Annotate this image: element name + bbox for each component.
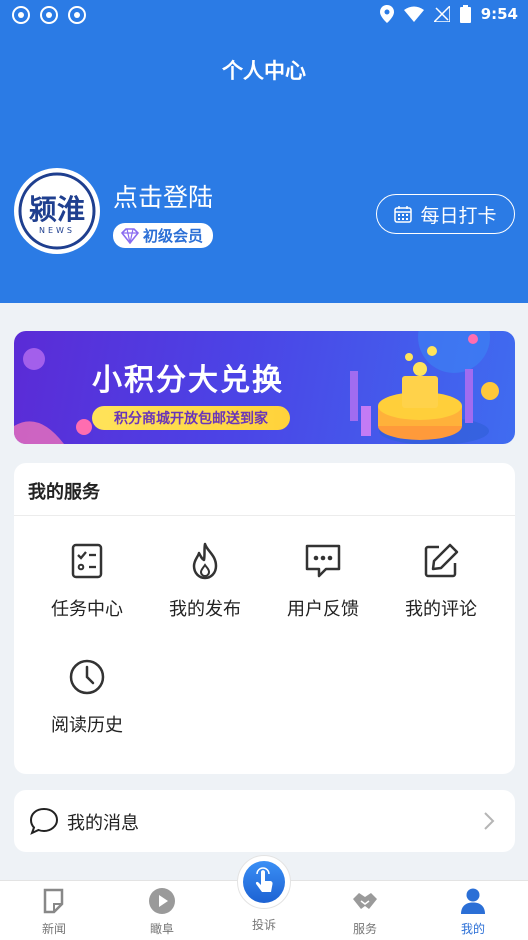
tab-mine[interactable]: 我的	[429, 887, 517, 937]
edit-icon	[424, 543, 459, 578]
service-my-posts[interactable]: 我的发布	[146, 541, 264, 621]
news-icon	[43, 888, 64, 914]
handshake-icon	[353, 893, 377, 909]
divider	[14, 515, 515, 516]
tab-services[interactable]: 服务	[321, 887, 409, 937]
service-label: 用户反馈	[287, 599, 359, 620]
play-icon	[149, 888, 175, 914]
my-services-card: 我的服务 任务中心 我的发布 用户反馈 我的评论 阅读历史	[14, 463, 515, 774]
notification-icon	[12, 6, 30, 24]
tab-label: 瞰阜	[149, 922, 174, 936]
service-label: 任务中心	[51, 599, 123, 620]
my-messages-row[interactable]: 我的消息	[14, 790, 515, 852]
notification-icon	[40, 6, 58, 24]
tab-label: 投诉	[251, 918, 276, 932]
profile-header: 9:54 个人中心 颍淮 NEWS 点击登陆 初级会员 每日打卡	[0, 0, 528, 303]
app-logo-icon: 颍淮 NEWS	[18, 172, 96, 250]
tab-kanfu[interactable]: 瞰阜	[118, 887, 206, 937]
tab-label: 新闻	[41, 922, 66, 936]
service-label: 我的评论	[405, 599, 477, 620]
chat-bubble-icon	[305, 544, 341, 578]
notification-icon	[68, 6, 86, 24]
message-bubble-icon	[29, 807, 59, 835]
service-user-feedback[interactable]: 用户反馈	[264, 541, 382, 621]
status-time: 9:54	[480, 5, 518, 23]
tab-label: 我的	[460, 922, 485, 936]
member-level-badge: 初级会员	[113, 223, 214, 248]
tap-icon	[255, 867, 273, 892]
member-level-label: 初级会员	[143, 227, 204, 245]
calendar-icon	[394, 206, 413, 223]
svg-text:颍淮: 颍淮	[29, 193, 85, 226]
task-checklist-icon	[71, 543, 103, 579]
wifi-icon	[403, 6, 424, 22]
tab-complaint[interactable]	[243, 861, 285, 903]
daily-checkin-button[interactable]: 每日打卡	[376, 194, 515, 234]
flame-icon	[192, 542, 218, 580]
person-icon	[461, 888, 485, 914]
service-label: 我的发布	[169, 599, 241, 620]
diamond-icon	[121, 227, 139, 244]
service-my-comments[interactable]: 我的评论	[382, 541, 500, 621]
signal-icon	[433, 6, 450, 22]
page-title: 个人中心	[222, 59, 306, 83]
avatar[interactable]: 颍淮 NEWS	[14, 168, 100, 254]
checkin-label: 每日打卡	[420, 204, 497, 227]
clock-icon	[69, 659, 105, 695]
status-bar: 9:54	[0, 0, 528, 30]
chevron-right-icon	[484, 812, 495, 830]
banner-subtitle: 积分商城开放包邮送到家	[92, 406, 290, 430]
service-reading-history[interactable]: 阅读历史	[28, 657, 146, 737]
tab-news[interactable]: 新闻	[10, 887, 98, 937]
svg-text:NEWS: NEWS	[39, 226, 75, 235]
location-icon	[379, 5, 394, 23]
service-task-center[interactable]: 任务中心	[28, 541, 146, 621]
login-link[interactable]: 点击登陆	[113, 178, 213, 214]
services-title: 我的服务	[28, 482, 100, 503]
tab-label: 服务	[352, 922, 377, 936]
messages-label: 我的消息	[67, 813, 139, 834]
banner-title: 小积分大兑换	[92, 363, 284, 398]
service-label: 阅读历史	[51, 715, 123, 736]
points-exchange-banner[interactable]: 小积分大兑换 积分商城开放包邮送到家	[14, 331, 515, 444]
battery-icon	[459, 5, 471, 23]
